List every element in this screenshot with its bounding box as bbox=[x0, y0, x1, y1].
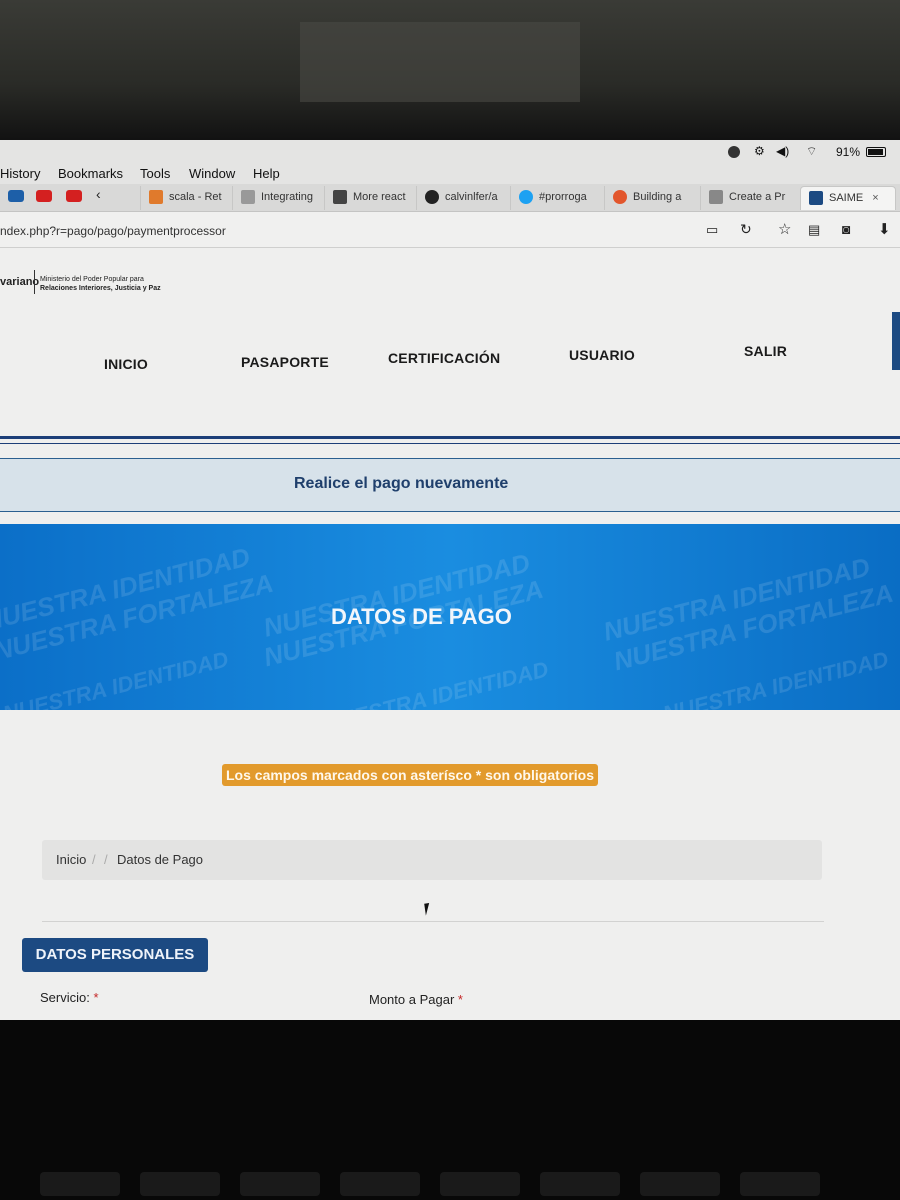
chevron-left-icon[interactable]: ‹ bbox=[96, 186, 101, 202]
nav-pasaporte[interactable]: PASAPORTE bbox=[241, 354, 329, 370]
web-page: variano Ministerio del Poder Popular par… bbox=[0, 248, 900, 1020]
doc-icon bbox=[241, 190, 255, 205]
tab-more-react[interactable]: More react bbox=[324, 186, 412, 210]
divider bbox=[42, 921, 824, 922]
keyboard-key bbox=[540, 1172, 620, 1196]
breadcrumb-separator: / bbox=[92, 852, 96, 867]
mouse-cursor-icon bbox=[424, 902, 436, 916]
monto-label: Monto a Pagar * bbox=[369, 992, 463, 1007]
youtube-icon[interactable] bbox=[36, 190, 52, 202]
bookmark-star-icon[interactable]: ☆ bbox=[778, 220, 791, 238]
menu-help[interactable]: Help bbox=[253, 166, 280, 181]
banner-watermark: NUESTRA IDENTIDAD bbox=[320, 656, 551, 710]
saime-icon bbox=[809, 191, 823, 206]
wifi-icon[interactable]: ⌔ bbox=[806, 144, 817, 159]
close-icon[interactable]: × bbox=[872, 192, 878, 204]
keyboard-key bbox=[40, 1172, 120, 1196]
download-icon[interactable]: ⬇ bbox=[878, 220, 891, 238]
status-app-icon[interactable] bbox=[728, 146, 740, 158]
breadcrumb-home[interactable]: Inicio bbox=[56, 852, 86, 867]
menu-history[interactable]: History bbox=[0, 166, 40, 181]
menu-bar: History Bookmarks Tools Window Help ⚙ ◀)… bbox=[0, 140, 900, 184]
nav-salir[interactable]: SALIR bbox=[744, 343, 787, 359]
keyboard-key bbox=[240, 1172, 320, 1196]
notice-text: Realice el pago nuevamente bbox=[294, 475, 509, 492]
banner-title: DATOS DE PAGO bbox=[331, 604, 512, 629]
pocket-icon[interactable]: ◙ bbox=[842, 221, 850, 237]
logo-divider bbox=[34, 270, 35, 294]
page-banner: NUESTRA IDENTIDAD NUESTRA FORTALEZA NUES… bbox=[0, 524, 900, 710]
menu-bookmarks[interactable]: Bookmarks bbox=[58, 166, 123, 181]
breadcrumb: Inicio / / Datos de Pago bbox=[42, 840, 822, 880]
required-asterisk: * bbox=[93, 990, 99, 1005]
header-rule-thin bbox=[0, 443, 900, 444]
battery-icon[interactable] bbox=[866, 147, 886, 157]
github-icon bbox=[425, 190, 439, 205]
gear-icon[interactable]: ⚙ bbox=[754, 144, 765, 158]
breadcrumb-current: Datos de Pago bbox=[117, 852, 204, 867]
pinned-tab-icon[interactable] bbox=[8, 190, 24, 202]
nav-usuario[interactable]: USUARIO bbox=[569, 347, 635, 363]
ministry-line2: Relaciones Interiores, Justicia y Paz bbox=[40, 285, 161, 292]
tab-twitter[interactable]: #prorroga bbox=[510, 186, 600, 210]
section-title-datos-personales[interactable]: DATOS PERSONALES bbox=[22, 938, 208, 972]
breadcrumb-separator: / bbox=[104, 852, 108, 867]
react-icon bbox=[333, 190, 347, 205]
e-icon bbox=[613, 190, 627, 205]
tab-create[interactable]: Create a Pr bbox=[700, 186, 796, 210]
nav-inicio[interactable]: INICIO bbox=[104, 356, 148, 372]
background-object bbox=[300, 22, 580, 102]
reload-icon[interactable]: ↻ bbox=[740, 221, 752, 238]
reader-view-icon[interactable]: ▭ bbox=[706, 222, 718, 238]
laptop-bezel bbox=[0, 1020, 900, 1200]
reading-list-icon[interactable]: ▤ bbox=[808, 222, 820, 238]
required-asterisk: * bbox=[457, 992, 463, 1007]
keyboard-key bbox=[140, 1172, 220, 1196]
header-rule bbox=[0, 436, 900, 439]
site-logo[interactable]: variano Ministerio del Poder Popular par… bbox=[0, 270, 161, 294]
tab-saime[interactable]: SAIME × bbox=[800, 186, 896, 210]
side-accent bbox=[892, 312, 900, 370]
volume-icon[interactable]: ◀) bbox=[776, 144, 789, 158]
youtube-icon[interactable] bbox=[66, 190, 82, 202]
laptop-screen: History Bookmarks Tools Window Help ⚙ ◀)… bbox=[0, 140, 900, 1020]
tab-bar: ‹ scala - Ret Integrating More react cal… bbox=[0, 184, 900, 212]
tab-scala[interactable]: scala - Ret bbox=[140, 186, 228, 210]
pinwheel-icon bbox=[709, 190, 723, 205]
keyboard-key bbox=[640, 1172, 720, 1196]
background-room bbox=[0, 0, 900, 140]
keyboard-key bbox=[740, 1172, 820, 1196]
tab-integrating[interactable]: Integrating bbox=[232, 186, 320, 210]
keyboard-key bbox=[340, 1172, 420, 1196]
ministry-line1: Ministerio del Poder Popular para bbox=[40, 276, 144, 283]
tab-building[interactable]: Building a bbox=[604, 186, 696, 210]
menu-tools[interactable]: Tools bbox=[140, 166, 170, 181]
url-field[interactable]: ndex.php?r=pago/pago/paymentprocessor bbox=[0, 224, 226, 238]
tab-github[interactable]: calvinlfer/a bbox=[416, 186, 506, 210]
servicio-label: Servicio: * bbox=[40, 990, 99, 1005]
keyboard-key bbox=[440, 1172, 520, 1196]
required-fields-note: Los campos marcados con asterísco * son … bbox=[222, 764, 598, 786]
nav-certificacion[interactable]: CERTIFICACIÓN bbox=[388, 350, 500, 366]
menu-window[interactable]: Window bbox=[189, 166, 235, 181]
twitter-icon bbox=[519, 190, 533, 205]
url-bar: ndex.php?r=pago/pago/paymentprocessor ▭ … bbox=[0, 212, 900, 248]
notice-bar: Realice el pago nuevamente bbox=[0, 458, 900, 512]
battery-percent: 91% bbox=[836, 145, 861, 159]
stackoverflow-icon bbox=[149, 190, 163, 205]
